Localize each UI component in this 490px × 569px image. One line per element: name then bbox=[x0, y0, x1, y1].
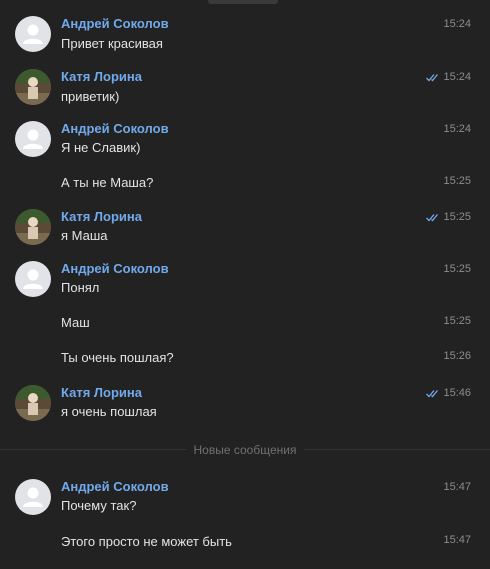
message-author[interactable]: Андрей Соколов bbox=[61, 16, 169, 31]
message-author[interactable]: Катя Лорина bbox=[61, 385, 142, 400]
double-check-icon bbox=[426, 390, 438, 398]
message-time: 15:47 bbox=[443, 481, 471, 493]
message-time: 15:24 bbox=[443, 123, 471, 135]
message-time: 15:47 bbox=[443, 534, 471, 546]
message-author[interactable]: Катя Лорина bbox=[61, 209, 142, 224]
message-time: 15:24 bbox=[443, 71, 471, 83]
user-photo-avatar[interactable] bbox=[15, 69, 51, 105]
message-text: Я не Славик) bbox=[61, 140, 141, 155]
message-time: 15:25 bbox=[443, 175, 471, 187]
message-author[interactable]: Андрей Соколов bbox=[61, 261, 169, 276]
message-author[interactable]: Андрей Соколов bbox=[61, 479, 169, 494]
message-time: 15:25 bbox=[443, 211, 471, 223]
default-user-avatar-icon[interactable] bbox=[15, 261, 51, 297]
message-text: Ты очень пошлая? bbox=[61, 350, 174, 365]
user-photo-avatar[interactable] bbox=[15, 209, 51, 245]
message-time: 15:24 bbox=[443, 18, 471, 30]
double-check-icon bbox=[426, 74, 438, 82]
user-photo-avatar[interactable] bbox=[15, 385, 51, 421]
message-text: я Маша bbox=[61, 228, 108, 243]
message-time: 15:26 bbox=[443, 350, 471, 362]
default-user-avatar-icon[interactable] bbox=[15, 479, 51, 515]
new-messages-label: Новые сообщения bbox=[0, 443, 490, 457]
message-text: Маш bbox=[61, 315, 90, 330]
message-author[interactable]: Катя Лорина bbox=[61, 69, 142, 84]
message-text: Почему так? bbox=[61, 498, 137, 513]
message-author[interactable]: Андрей Соколов bbox=[61, 121, 169, 136]
default-user-avatar-icon[interactable] bbox=[15, 16, 51, 52]
scroll-tab bbox=[208, 0, 278, 4]
double-check-icon bbox=[426, 214, 438, 222]
message-text: Понял bbox=[61, 280, 100, 295]
message-text: Привет красивая bbox=[61, 36, 163, 51]
message-text: приветик) bbox=[61, 89, 120, 104]
message-text: я очень пошлая bbox=[61, 404, 157, 419]
message-time: 15:25 bbox=[443, 315, 471, 327]
default-user-avatar-icon[interactable] bbox=[15, 121, 51, 157]
message-text: Этого просто не может быть bbox=[61, 534, 232, 549]
message-time: 15:46 bbox=[443, 387, 471, 399]
message-text: А ты не Маша? bbox=[61, 175, 154, 190]
message-time: 15:25 bbox=[443, 263, 471, 275]
